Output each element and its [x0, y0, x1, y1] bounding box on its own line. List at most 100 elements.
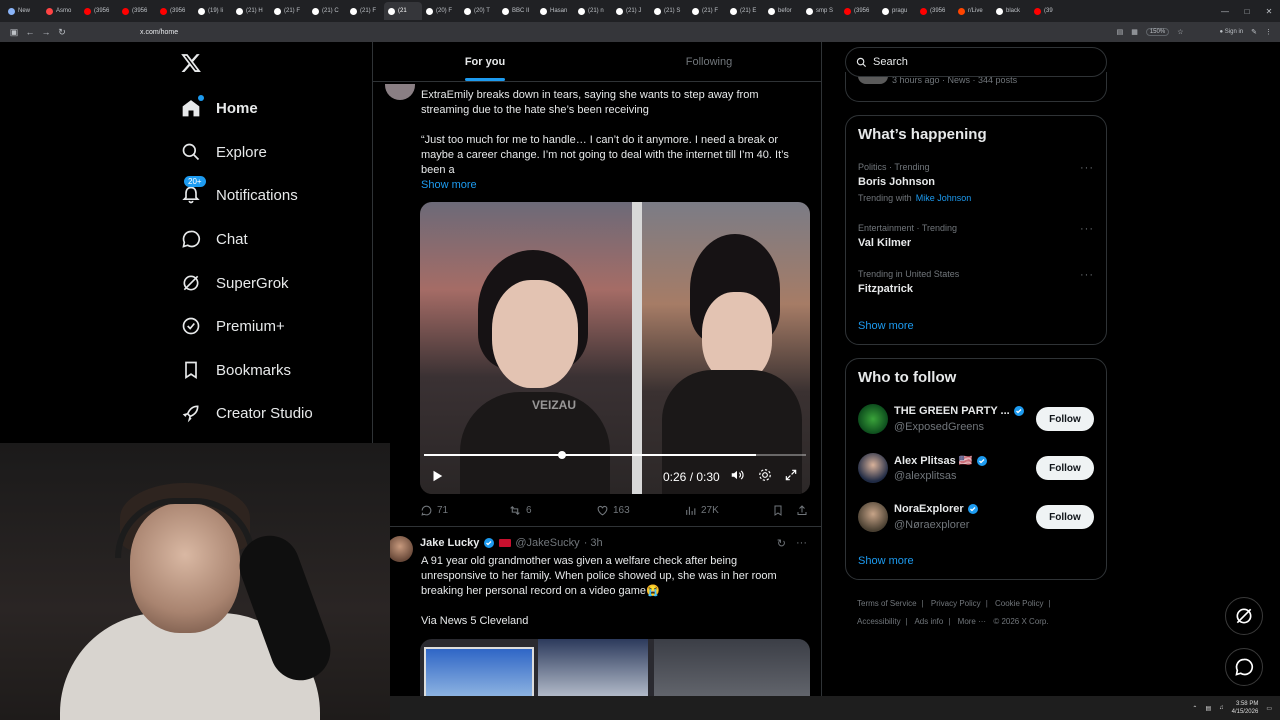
trends-show-more-link[interactable]: Show more: [858, 320, 914, 332]
fullscreen-icon[interactable]: [784, 468, 800, 484]
follow-button[interactable]: Follow: [1036, 456, 1094, 480]
clock[interactable]: 3:58 PM 4/15/2026: [1232, 700, 1259, 716]
reload-icon[interactable]: ↻: [54, 27, 70, 38]
tweet1-avatar[interactable]: [385, 84, 415, 100]
trend-more-icon[interactable]: ···: [1080, 162, 1094, 174]
wtf-name[interactable]: NoraExplorer: [894, 503, 979, 515]
screenshot-icon[interactable]: ▦: [1131, 28, 1138, 36]
browser-tab[interactable]: BBC II: [498, 2, 536, 20]
menu-icon[interactable]: ⋮: [1265, 28, 1272, 36]
search-input[interactable]: Search: [845, 47, 1107, 77]
minimize-icon[interactable]: —: [1214, 0, 1236, 22]
browser-tab[interactable]: (3956: [80, 2, 118, 20]
trend-with-link[interactable]: Mike Johnson: [916, 193, 972, 203]
grok-explain-icon[interactable]: ↻: [777, 537, 786, 550]
reply-button[interactable]: 71: [420, 504, 448, 517]
trend-more-icon[interactable]: ···: [1080, 223, 1094, 235]
tweet2-author-handle[interactable]: @JakeSucky: [515, 537, 579, 549]
sidebar-toggle-icon[interactable]: ▣: [6, 27, 22, 38]
footer-link[interactable]: Ads info: [914, 617, 943, 626]
more-options-icon[interactable]: ···: [796, 537, 807, 550]
tweet2-author-name[interactable]: Jake Lucky: [420, 537, 479, 549]
volume-tray-icon[interactable]: ♫: [1219, 705, 1224, 711]
browser-tab[interactable]: (21) E: [726, 2, 764, 20]
tweet1-video-player[interactable]: VEIZAU 0:26 / 0:30: [420, 202, 810, 494]
video-progress-bar[interactable]: [424, 451, 806, 459]
footer-link[interactable]: More ···: [958, 617, 986, 626]
reading-mode-icon[interactable]: ▤: [1117, 28, 1124, 36]
avatar[interactable]: [858, 502, 888, 532]
trend-name[interactable]: Fitzpatrick: [858, 283, 913, 295]
browser-tab[interactable]: pragu: [878, 2, 916, 20]
views-button[interactable]: 27K: [684, 504, 719, 517]
tweet2-media[interactable]: [420, 639, 810, 696]
repost-button[interactable]: 6: [508, 504, 532, 517]
nav-premium[interactable]: Premium+: [180, 308, 370, 344]
browser-tab[interactable]: (20) F: [422, 2, 460, 20]
volume-icon[interactable]: [730, 468, 746, 484]
browser-tab[interactable]: (21) J: [612, 2, 650, 20]
browser-tab[interactable]: r/Live: [954, 2, 992, 20]
notification-center-icon[interactable]: ▭: [1266, 705, 1272, 712]
tweet1-show-more-link[interactable]: Show more: [421, 179, 477, 191]
share-button[interactable]: [796, 504, 808, 517]
avatar[interactable]: [858, 404, 888, 434]
avatar[interactable]: [858, 453, 888, 483]
footer-link[interactable]: Accessibility: [857, 617, 901, 626]
tweet2-timestamp[interactable]: · 3h: [584, 537, 603, 549]
browser-tab[interactable]: (39: [1030, 2, 1068, 20]
url-field[interactable]: x.com/home: [140, 29, 178, 36]
browser-tab[interactable]: (3956: [118, 2, 156, 20]
browser-tab[interactable]: (21) C: [308, 2, 346, 20]
network-icon[interactable]: ▤: [1205, 705, 1211, 712]
browser-tab[interactable]: smp S: [802, 2, 840, 20]
like-button[interactable]: 163: [596, 504, 630, 517]
browser-tab[interactable]: Hasan: [536, 2, 574, 20]
profile-signin-button[interactable]: ● Sign in: [1219, 29, 1243, 35]
browser-tab[interactable]: (21: [384, 2, 422, 20]
browser-tab[interactable]: befor: [764, 2, 802, 20]
close-icon[interactable]: ✕: [1258, 0, 1280, 22]
browser-tab[interactable]: (21) H: [232, 2, 270, 20]
follow-button[interactable]: Follow: [1036, 407, 1094, 431]
browser-tab[interactable]: (21) F: [270, 2, 308, 20]
tab-for-you[interactable]: For you: [373, 42, 597, 81]
nav-bookmarks[interactable]: Bookmarks: [180, 352, 370, 388]
messages-float-button[interactable]: [1225, 648, 1263, 686]
wtf-show-more-link[interactable]: Show more: [858, 555, 914, 567]
nav-creator-studio[interactable]: Creator Studio: [180, 395, 370, 431]
maximize-icon[interactable]: □: [1236, 0, 1258, 22]
wtf-name[interactable]: Alex Plitsas 🇺🇸: [894, 454, 988, 467]
nav-chat[interactable]: Chat: [180, 221, 370, 257]
tab-following[interactable]: Following: [597, 42, 821, 81]
play-icon[interactable]: [430, 469, 444, 488]
bookmark-button[interactable]: [772, 504, 784, 517]
extensions-icon[interactable]: ✎: [1251, 28, 1257, 36]
follow-button[interactable]: Follow: [1036, 505, 1094, 529]
footer-link[interactable]: Terms of Service: [857, 599, 917, 608]
browser-tab[interactable]: (19) li: [194, 2, 232, 20]
browser-tab[interactable]: (21) n: [574, 2, 612, 20]
browser-tab[interactable]: black: [992, 2, 1030, 20]
browser-tab[interactable]: (3956: [840, 2, 878, 20]
tweet2-avatar[interactable]: [387, 536, 413, 562]
trend-name[interactable]: Val Kilmer: [858, 237, 911, 249]
zoom-indicator[interactable]: 150%: [1145, 28, 1170, 36]
nav-supergrok[interactable]: SuperGrok: [180, 265, 370, 301]
browser-tab[interactable]: New: [4, 2, 42, 20]
nav-home[interactable]: Home: [180, 90, 370, 126]
browser-tab[interactable]: (20) T: [460, 2, 498, 20]
footer-link[interactable]: Cookie Policy: [995, 599, 1043, 608]
tray-chevron-icon[interactable]: ⌃: [1192, 705, 1197, 712]
bookmark-star-icon[interactable]: ☆: [1177, 28, 1183, 36]
browser-tab[interactable]: (21) F: [346, 2, 384, 20]
video-scrub-handle[interactable]: [558, 451, 566, 459]
back-icon[interactable]: ←: [22, 27, 38, 37]
browser-tab[interactable]: (21) F: [688, 2, 726, 20]
grok-float-button[interactable]: [1225, 597, 1263, 635]
wtf-name[interactable]: THE GREEN PARTY ...: [894, 405, 1025, 417]
forward-icon[interactable]: →: [38, 27, 54, 37]
nav-notifications[interactable]: 20+ Notifications: [180, 176, 370, 213]
browser-tab[interactable]: (21) S: [650, 2, 688, 20]
browser-tab[interactable]: (3956: [916, 2, 954, 20]
